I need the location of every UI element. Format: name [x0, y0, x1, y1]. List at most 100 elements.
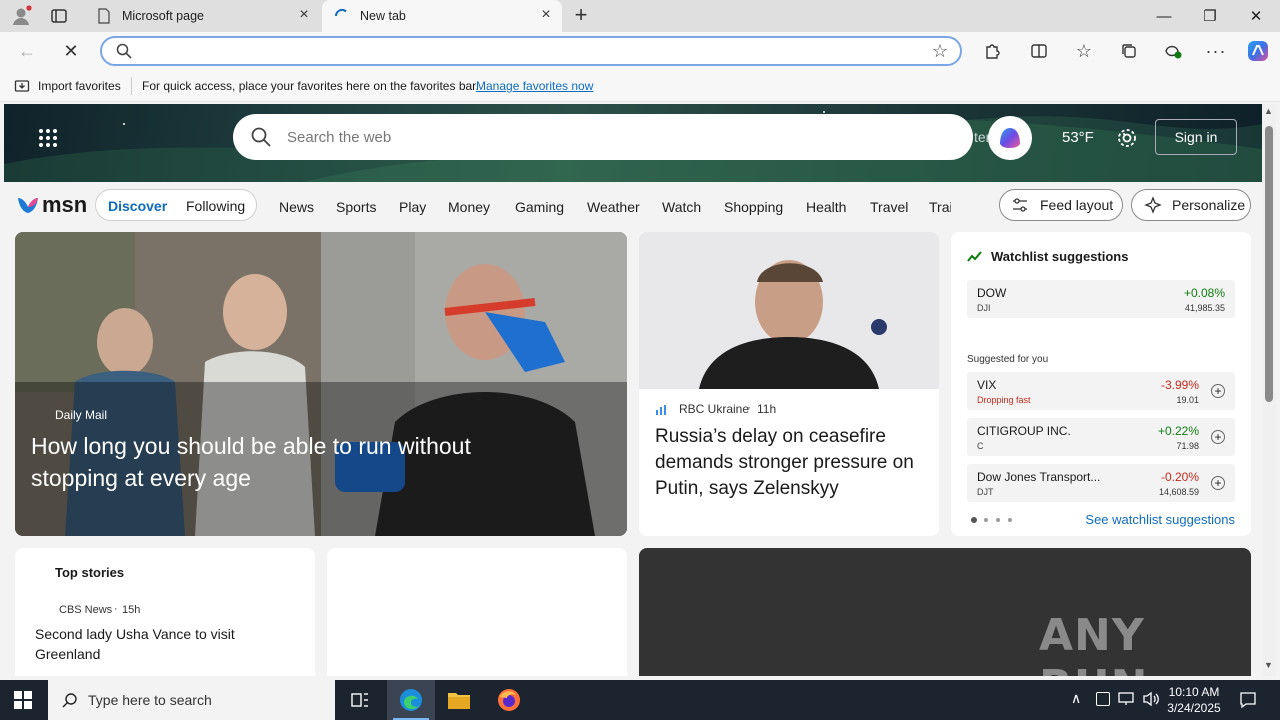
nav-health[interactable]: Health: [806, 199, 846, 215]
carousel-dots[interactable]: [971, 517, 1019, 523]
restore-button[interactable]: ❐: [1187, 0, 1233, 32]
page-scrollbar[interactable]: ▲ ▼: [1262, 104, 1276, 676]
browser-essentials-icon[interactable]: [1162, 40, 1184, 62]
network-icon[interactable]: [1118, 692, 1134, 706]
import-favorites-button[interactable]: Import favorites: [38, 79, 121, 93]
favorites-bar-message: For quick access, place your favorites h…: [142, 79, 479, 93]
web-search-box[interactable]: Search the web: [233, 114, 973, 160]
stock-name: Dow Jones Transport...: [977, 470, 1101, 484]
carousel-dot[interactable]: [996, 518, 1000, 522]
extensions-icon[interactable]: [981, 40, 1003, 62]
clock-time: 10:10 AM: [1168, 685, 1220, 699]
stock-name: VIX: [977, 378, 997, 392]
msn-nav: msn Discover Following News Sports Play …: [4, 182, 1262, 232]
tab-title: Microsoft page: [122, 9, 204, 23]
scroll-up-icon[interactable]: ▲: [1264, 106, 1273, 116]
top-story-headline[interactable]: Second lady Usha Vance to visit Greenlan…: [35, 624, 275, 664]
tab-title: New tab: [360, 9, 406, 23]
nav-weather[interactable]: Weather: [587, 199, 640, 215]
tab-following[interactable]: Following: [186, 198, 245, 214]
feed-layout-label: Feed layout: [1040, 197, 1114, 213]
address-input[interactable]: [142, 41, 902, 61]
watchlist-row-dow[interactable]: DOW DJI +0.08% 41,985.35: [967, 280, 1235, 318]
manage-favorites-link[interactable]: Manage favorites now: [476, 79, 593, 93]
close-tab-icon[interactable]: ×: [538, 7, 554, 24]
add-to-watchlist-icon[interactable]: +: [1211, 384, 1225, 398]
tab-actions-icon[interactable]: [50, 7, 68, 25]
tab-new-tab[interactable]: New tab ×: [322, 0, 562, 32]
side-story-card[interactable]: RBC Ukraine · 11h Russia’s delay on ceas…: [639, 232, 939, 536]
tray-chevron-icon[interactable]: ∧: [1071, 690, 1081, 707]
add-to-watchlist-icon[interactable]: +: [1211, 430, 1225, 444]
feed-layout-button[interactable]: Feed layout: [999, 189, 1123, 221]
edge-taskbar-button[interactable]: [387, 680, 435, 720]
tab-strip: Microsoft page × New tab × + — ❐ ✕: [0, 0, 1280, 32]
add-to-watchlist-icon[interactable]: +: [1211, 476, 1225, 490]
taskbar-search-box[interactable]: Type here to search: [48, 680, 335, 720]
carousel-dot[interactable]: [971, 517, 977, 523]
stock-price: 14,608.59: [1158, 487, 1199, 497]
copilot-button[interactable]: [988, 116, 1032, 160]
carousel-dot[interactable]: [984, 518, 988, 522]
import-favorites-icon[interactable]: [14, 78, 30, 94]
apps-grid-icon[interactable]: [38, 128, 58, 148]
tab-discover[interactable]: Discover: [108, 198, 167, 214]
nav-news[interactable]: News: [279, 199, 314, 215]
nav-play[interactable]: Play: [399, 199, 426, 215]
notification-icon[interactable]: [1239, 691, 1257, 709]
nav-traffic[interactable]: Trai: [929, 199, 951, 215]
settings-gear-icon[interactable]: [1116, 127, 1138, 149]
tab-microsoft-page[interactable]: Microsoft page ×: [84, 0, 320, 32]
nav-shopping[interactable]: Shopping: [724, 199, 783, 215]
split-screen-icon[interactable]: [1028, 40, 1050, 62]
meeting-icon[interactable]: [1096, 692, 1110, 706]
watchlist-row-citigroup[interactable]: CITIGROUP INC. C +0.22% 71.98 +: [967, 418, 1235, 456]
start-button[interactable]: [14, 691, 32, 709]
new-tab-button[interactable]: +: [570, 4, 592, 26]
divider: [131, 77, 132, 95]
personalize-button[interactable]: Personalize: [1131, 189, 1251, 221]
favorite-star-icon[interactable]: ☆: [932, 41, 948, 62]
more-options-icon[interactable]: ···: [1205, 40, 1227, 62]
clock[interactable]: 10:10 AM 3/24/2025: [1166, 684, 1222, 718]
scroll-down-icon[interactable]: ▼: [1264, 660, 1273, 670]
nav-sports[interactable]: Sports: [336, 199, 376, 215]
watermark-text: ANY RUN: [1039, 610, 1147, 676]
minimize-button[interactable]: —: [1141, 0, 1187, 32]
windows-taskbar: Type here to search ∧ 10:10 AM 3/24/2025: [0, 680, 1280, 720]
suggested-label: Suggested for you: [967, 354, 1049, 365]
nav-travel[interactable]: Travel: [870, 199, 908, 215]
see-watchlist-link[interactable]: See watchlist suggestions: [1085, 512, 1235, 527]
scrollbar-thumb[interactable]: [1265, 126, 1273, 402]
back-icon[interactable]: ←: [16, 40, 38, 62]
close-window-button[interactable]: ✕: [1233, 0, 1279, 32]
hero-story-title[interactable]: How long you should be able to run witho…: [31, 430, 551, 494]
msn-logo[interactable]: msn: [16, 192, 87, 218]
task-view-icon[interactable]: [350, 690, 370, 710]
sign-in-button[interactable]: Sign in: [1155, 119, 1237, 155]
watchlist-row-vix[interactable]: VIX Dropping fast -3.99% 19.01 +: [967, 372, 1235, 410]
close-tab-icon[interactable]: ×: [296, 7, 312, 24]
hero-story-card[interactable]: Daily Mail How long you should be able t…: [15, 232, 627, 536]
search-icon: [62, 692, 78, 708]
video-card[interactable]: ANY RUN: [639, 548, 1251, 676]
page-icon: [96, 8, 112, 24]
side-story-title[interactable]: Russia’s delay on ceasefire demands stro…: [655, 424, 925, 502]
favorites-icon[interactable]: ☆: [1073, 40, 1095, 62]
collections-icon[interactable]: [1118, 40, 1140, 62]
nav-watch[interactable]: Watch: [662, 199, 701, 215]
stop-loading-icon[interactable]: ✕: [60, 40, 82, 62]
carousel-dot[interactable]: [1008, 518, 1012, 522]
address-bar[interactable]: ☆: [100, 36, 962, 66]
firefox-icon[interactable]: [496, 687, 522, 713]
volume-icon[interactable]: [1142, 691, 1160, 707]
weather-temperature[interactable]: 53°F: [1062, 129, 1094, 146]
profile-icon[interactable]: [10, 5, 32, 27]
nav-gaming[interactable]: Gaming: [515, 199, 564, 215]
stock-subtitle: C: [977, 441, 984, 451]
watchlist-row-djt[interactable]: Dow Jones Transport... DJT -0.20% 14,608…: [967, 464, 1235, 502]
file-explorer-icon[interactable]: [447, 689, 471, 711]
top-story-source: CBS News: [59, 604, 113, 616]
copilot-icon[interactable]: [1246, 39, 1270, 63]
nav-money[interactable]: Money: [448, 199, 490, 215]
